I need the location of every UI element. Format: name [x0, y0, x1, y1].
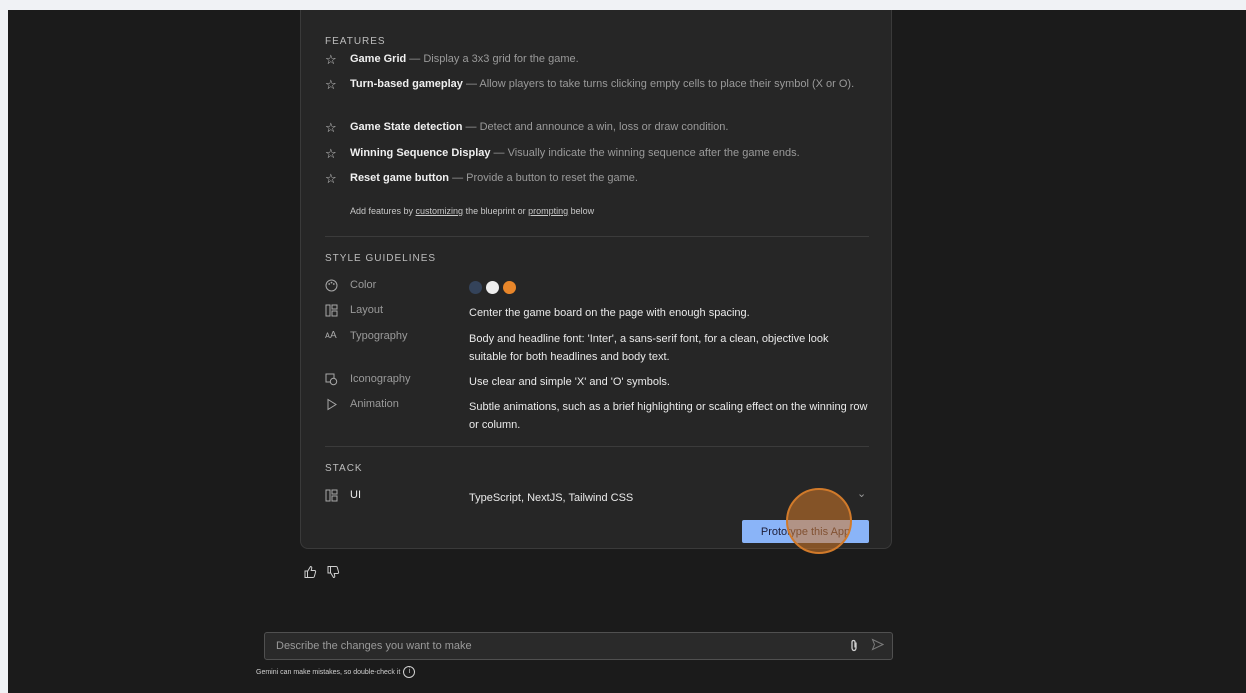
- star-icon: ☆: [325, 77, 337, 92]
- feature-name: Game Grid: [350, 53, 407, 65]
- thumbs-up-icon[interactable]: [303, 565, 317, 582]
- hint-middle: the blueprint or: [463, 206, 529, 216]
- typography-icon: ᴀA: [325, 330, 337, 341]
- feature-desc: — Provide a button to reset the game.: [449, 172, 638, 184]
- attach-icon[interactable]: [849, 639, 859, 655]
- feature-desc: — Visually indicate the winning sequence…: [490, 147, 800, 159]
- shapes-icon: [325, 373, 341, 389]
- color-swatch: [486, 280, 499, 294]
- star-icon: ☆: [325, 120, 337, 135]
- layout-value: Center the game board on the page with e…: [469, 307, 750, 319]
- features-title: FEATURES: [325, 36, 386, 47]
- divider: [325, 236, 869, 237]
- typography-label: Typography: [350, 330, 408, 342]
- feature-item: ☆ Game State detection — Detect and anno…: [325, 119, 873, 136]
- thumbs-down-icon[interactable]: [326, 565, 340, 582]
- color-swatches: [469, 278, 869, 296]
- features-hint: Add features by customizing the blueprin…: [350, 206, 594, 216]
- prompting-link[interactable]: prompting: [528, 206, 568, 216]
- play-icon: [325, 398, 341, 414]
- feature-desc: — Display a 3x3 grid for the game.: [406, 53, 579, 65]
- hint-prefix: Add features by: [350, 206, 416, 216]
- info-icon[interactable]: i: [403, 666, 416, 678]
- layout-label: Layout: [350, 304, 384, 316]
- divider: [325, 446, 869, 447]
- typography-value: Body and headline font: 'Inter', a sans-…: [469, 333, 829, 363]
- feature-item: ☆ Winning Sequence Display — Visually in…: [325, 145, 873, 162]
- feature-item: ☆ Game Grid — Display a 3x3 grid for the…: [325, 51, 873, 68]
- disclaimer: Gemini can make mistakes, so double-chec…: [256, 666, 416, 678]
- animation-label: Animation: [350, 398, 399, 410]
- feature-item: ☆ Reset game button — Provide a button t…: [325, 170, 873, 187]
- hint-suffix: below: [568, 206, 595, 216]
- feature-name: Game State detection: [350, 121, 463, 133]
- star-icon: ☆: [325, 146, 337, 161]
- prompt-placeholder: Describe the changes you want to make: [276, 640, 472, 652]
- color-swatch: [503, 280, 516, 294]
- ui-label: UI: [350, 489, 361, 501]
- color-swatch: [469, 280, 482, 294]
- feature-name: Turn-based gameplay: [350, 78, 463, 90]
- prompt-input[interactable]: Describe the changes you want to make: [264, 632, 893, 660]
- feature-desc: — Allow players to take turns clicking e…: [462, 78, 855, 90]
- animation-value: Subtle animations, such as a brief highl…: [469, 401, 868, 431]
- ui-value: TypeScript, NextJS, Tailwind CSS: [469, 492, 634, 504]
- app-viewport: FEATURES ☆ Game Grid — Display a 3x3 gri…: [8, 10, 1246, 693]
- color-label: Color: [350, 279, 377, 291]
- prototype-app-button[interactable]: Prototype this App: [742, 520, 869, 543]
- style-guidelines-title: STYLE GUIDELINES: [325, 253, 437, 264]
- layout-icon: [325, 304, 341, 320]
- disclaimer-text: Gemini can make mistakes, so double-chec…: [256, 668, 401, 676]
- palette-icon: [325, 279, 341, 295]
- feature-name: Winning Sequence Display: [350, 147, 491, 159]
- feature-name: Reset game button: [350, 172, 450, 184]
- layout-icon: [325, 489, 341, 505]
- blueprint-card: FEATURES ☆ Game Grid — Display a 3x3 gri…: [300, 10, 892, 549]
- star-icon: ☆: [325, 171, 337, 186]
- feature-item: ☆ Turn-based gameplay — Allow players to…: [325, 76, 873, 93]
- send-icon[interactable]: [871, 638, 885, 654]
- customizing-link[interactable]: customizing: [416, 206, 464, 216]
- stack-title: STACK: [325, 463, 363, 474]
- iconography-value: Use clear and simple 'X' and 'O' symbols…: [469, 376, 670, 388]
- iconography-label: Iconography: [350, 373, 411, 385]
- star-icon: ☆: [325, 52, 337, 67]
- chevron-down-icon[interactable]: ⌄: [857, 487, 866, 500]
- feature-desc: — Detect and announce a win, loss or dra…: [462, 121, 729, 133]
